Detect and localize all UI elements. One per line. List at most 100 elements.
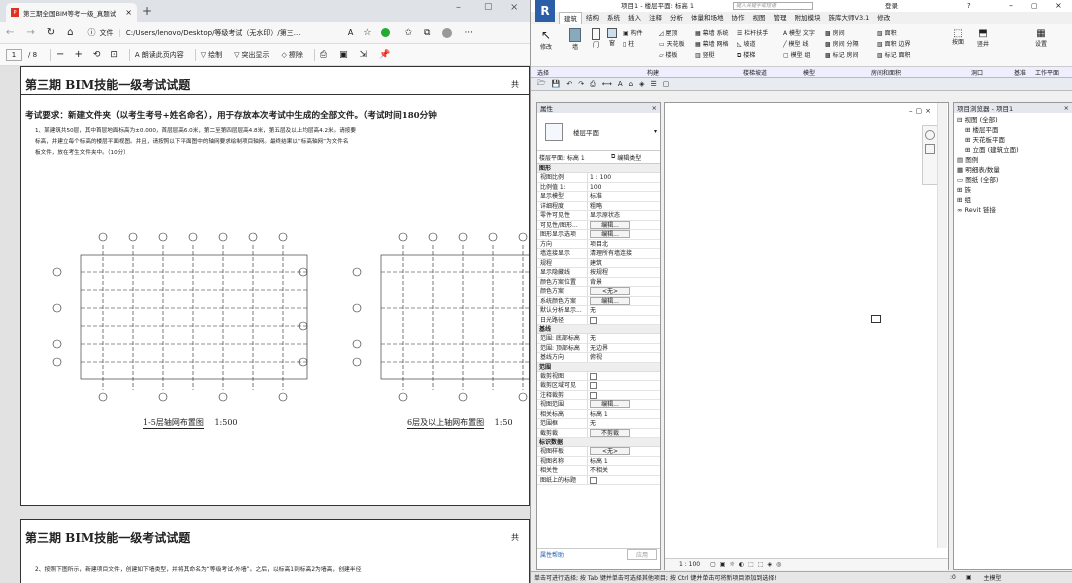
save-icon-revit[interactable]: 💾: [552, 80, 561, 88]
type-dropdown-icon[interactable]: ▾: [654, 128, 657, 135]
mullion-button[interactable]: ▥ 竖梃: [695, 50, 729, 61]
tree-legends[interactable]: ▤ 图例: [957, 155, 1072, 165]
drawing-canvas[interactable]: – ▢ × 1 : 100 ▢ ▣ ☼ ◐ ⬚ ⬚ ◈ ◎: [664, 102, 949, 570]
highlight-button[interactable]: 突出显示: [242, 50, 270, 60]
revit-app-button[interactable]: R: [535, 0, 555, 22]
property-value[interactable]: 1 : 100: [588, 173, 660, 182]
print-icon-revit[interactable]: ⎙: [590, 80, 596, 89]
reveal-hidden-icon[interactable]: ◎: [776, 561, 781, 568]
property-value[interactable]: 100: [588, 183, 660, 192]
forward-icon[interactable]: →: [26, 27, 34, 38]
modify-tool[interactable]: ↖ 修改: [537, 28, 555, 51]
property-value-button[interactable]: 编辑...: [590, 400, 630, 408]
tree-revit-links[interactable]: ∞ Revit 链接: [957, 205, 1072, 215]
section-icon[interactable]: ◈: [639, 80, 644, 88]
tree-families[interactable]: ⊞ 族: [957, 185, 1072, 195]
ramp-button[interactable]: ◺ 坡道: [737, 39, 768, 50]
zoom-in-icon[interactable]: +: [74, 49, 82, 60]
view-restore-icon[interactable]: ▢: [916, 107, 923, 115]
status-model[interactable]: 主模型: [984, 573, 1002, 582]
property-value[interactable]: 无: [588, 306, 660, 315]
ribbon-tab[interactable]: 修改: [873, 12, 894, 24]
rotate-icon[interactable]: ⟲: [93, 50, 101, 60]
checkbox[interactable]: [590, 476, 597, 484]
roof-button[interactable]: ◿ 屋顶: [659, 28, 685, 39]
fit-page-icon[interactable]: ⊡: [110, 50, 118, 60]
shaft-tool[interactable]: ⬒ 竖井: [975, 28, 991, 48]
property-button[interactable]: 编辑...: [588, 400, 660, 409]
thin-lines-icon[interactable]: ☰: [650, 80, 656, 88]
property-value[interactable]: 项目北: [588, 240, 660, 249]
property-checkbox[interactable]: [588, 476, 660, 485]
open-icon[interactable]: 🗁: [537, 79, 546, 90]
draw-button[interactable]: 绘制: [208, 50, 222, 60]
property-checkbox[interactable]: [588, 372, 660, 381]
property-checkbox[interactable]: [588, 316, 660, 325]
tree-sheets[interactable]: ▭ 图纸 (全部): [957, 175, 1072, 185]
model-line-button[interactable]: ╱ 模型 线: [783, 39, 815, 50]
checkbox[interactable]: [590, 372, 597, 380]
property-value[interactable]: 无: [588, 334, 660, 343]
tree-schedules[interactable]: ▦ 明细表/数量: [957, 165, 1072, 175]
crop-view-icon[interactable]: ⬚: [748, 561, 754, 568]
3d-view-icon[interactable]: ⌂: [629, 80, 633, 88]
new-tab-button[interactable]: +: [142, 4, 152, 18]
back-icon[interactable]: ←: [6, 27, 14, 38]
property-value[interactable]: 建筑: [588, 259, 660, 268]
set-workplane-tool[interactable]: ▦ 设置: [1033, 28, 1049, 48]
zoom-tool-icon[interactable]: [925, 144, 935, 154]
shadows-icon[interactable]: ◐: [739, 561, 744, 568]
ribbon-tab[interactable]: 体量和场地: [687, 12, 728, 24]
tree-floor-plans[interactable]: ⊞ 楼层平面: [957, 125, 1072, 135]
room-button[interactable]: ▩ 房间: [825, 28, 859, 39]
curtain-grid-button[interactable]: ▦ 幕墙 网格: [695, 39, 729, 50]
property-value[interactable]: 无: [588, 419, 660, 428]
property-button[interactable]: 不剪裁: [588, 428, 660, 438]
close-tab-icon[interactable]: ×: [125, 8, 132, 17]
ribbon-tab[interactable]: 管理: [770, 12, 791, 24]
avatar[interactable]: [442, 27, 453, 38]
design-option-icon[interactable]: ▣: [966, 574, 972, 581]
ribbon-tab[interactable]: 族库大师V3.1: [825, 12, 874, 24]
property-value[interactable]: 俯视: [588, 353, 660, 362]
property-value-button[interactable]: 不剪裁: [590, 428, 630, 437]
tree-elevations[interactable]: ⊞ 立面 (建筑立面): [957, 145, 1072, 155]
instance-selector[interactable]: 楼层平面: 标高 1: [539, 153, 611, 162]
checkbox[interactable]: [590, 391, 597, 399]
edit-type-button[interactable]: 编辑类型: [617, 153, 641, 162]
property-button[interactable]: 编辑...: [588, 220, 660, 230]
window-tool[interactable]: 窗: [605, 28, 619, 47]
property-button[interactable]: <无>: [588, 447, 660, 456]
property-value-button[interactable]: 编辑...: [590, 296, 630, 305]
redo-icon[interactable]: ↷: [578, 80, 584, 88]
group-underlay[interactable]: 基线: [537, 325, 660, 334]
read-mode-icon[interactable]: A: [348, 28, 353, 37]
type-selector[interactable]: 楼层平面 ▾: [537, 113, 660, 151]
tag-area-button[interactable]: ▧ 标记 面积: [877, 50, 911, 61]
component-button[interactable]: ▣ 构件: [623, 28, 643, 39]
property-value[interactable]: 标高 1: [588, 457, 660, 466]
group-extents[interactable]: 范围: [537, 362, 660, 372]
property-checkbox[interactable]: [588, 381, 660, 390]
checkbox[interactable]: [590, 316, 597, 324]
save-as-icon[interactable]: ⇲: [360, 50, 368, 60]
model-text-button[interactable]: A 模型 文字: [783, 28, 815, 39]
ceiling-button[interactable]: ▭ 天花板: [659, 39, 685, 50]
search-box[interactable]: 键入关键字或短语: [733, 2, 813, 10]
print-icon[interactable]: ⎙: [320, 50, 327, 60]
property-value[interactable]: 显示原状态: [588, 211, 660, 220]
properties-close-icon[interactable]: ×: [652, 104, 657, 112]
property-value-button[interactable]: 编辑...: [590, 220, 630, 229]
property-value[interactable]: 背景: [588, 278, 660, 287]
project-browser-close-icon[interactable]: ×: [1064, 104, 1069, 112]
ribbon-tab[interactable]: 协作: [728, 12, 749, 24]
door-tool[interactable]: 门: [589, 28, 603, 49]
property-button[interactable]: 编辑...: [588, 230, 660, 239]
revit-close-icon[interactable]: ×: [1055, 0, 1062, 12]
railing-button[interactable]: ☰ 栏杆扶手: [737, 28, 768, 39]
model-group-button[interactable]: ▢ 模型 组: [783, 50, 815, 61]
page-number-input[interactable]: 1: [6, 48, 22, 61]
ribbon-tab[interactable]: 视图: [749, 12, 770, 24]
tree-ceiling-plans[interactable]: ⊞ 天花板平面: [957, 135, 1072, 145]
detail-level-icon[interactable]: ▢: [710, 561, 716, 568]
